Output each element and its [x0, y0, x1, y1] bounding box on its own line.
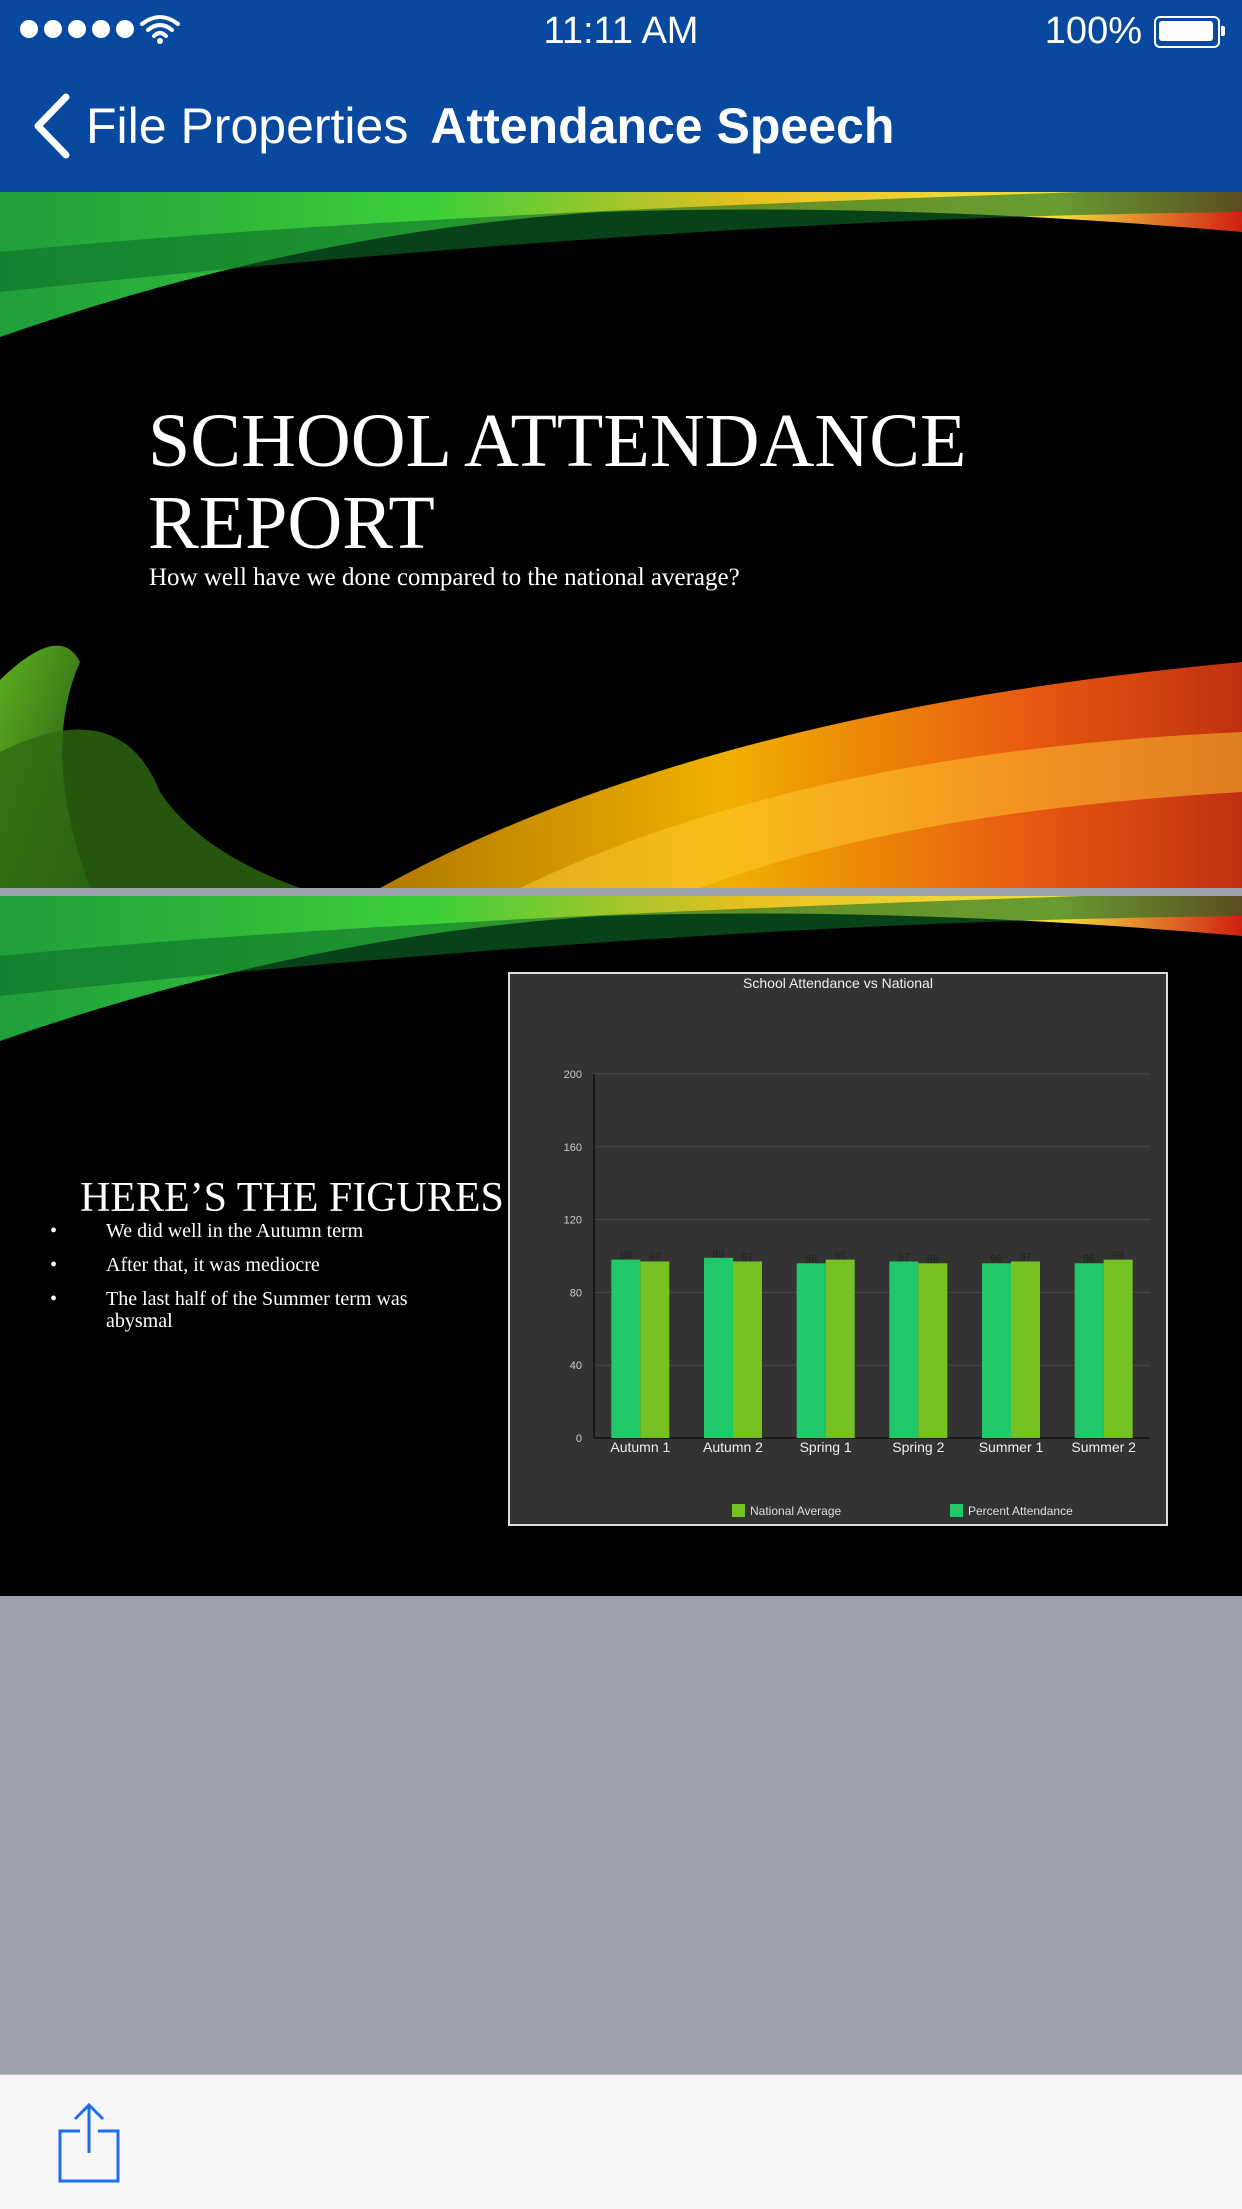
- bar: [1103, 1259, 1133, 1438]
- legend-swatch: [950, 1504, 963, 1517]
- data-label: 97: [1019, 1251, 1031, 1263]
- page-title: Attendance Speech: [430, 98, 895, 154]
- data-label: 96: [990, 1253, 1002, 1265]
- status-bar: 11:11 AM 100%: [0, 0, 1242, 60]
- bar: [918, 1263, 948, 1438]
- y-tick-label: 160: [564, 1142, 582, 1154]
- bullet-text: The last half of the Summer term was aby…: [106, 1288, 408, 1332]
- data-label: 97: [649, 1251, 661, 1263]
- x-tick-label: Autumn 2: [703, 1439, 763, 1455]
- bottom-toolbar: [0, 2074, 1242, 2209]
- bar: [611, 1259, 641, 1438]
- app-header: 11:11 AM 100% File Properties Attendance…: [0, 0, 1242, 192]
- back-button[interactable]: File Properties: [32, 93, 408, 159]
- slide-heading: HERE’S THE FIGURES: [80, 1175, 504, 1221]
- data-label: 98: [620, 1250, 632, 1262]
- bar: [982, 1263, 1011, 1438]
- legend-label: National Average: [750, 1504, 842, 1518]
- x-tick-label: Spring 2: [892, 1439, 944, 1455]
- slide-figures[interactable]: HERE’S THE FIGURES • We did well in the A…: [0, 896, 1242, 1596]
- back-label: File Properties: [86, 98, 409, 154]
- y-tick-label: 200: [564, 1069, 582, 1081]
- title-line-2: REPORT: [148, 481, 435, 565]
- legend-swatch: [732, 1504, 745, 1517]
- list-item: • We did well in the Autumn term: [46, 1220, 466, 1242]
- bar: [825, 1259, 855, 1438]
- slide-title[interactable]: SCHOOL ATTENDANCE REPORT How well have w…: [0, 192, 1242, 888]
- battery-icon: [1154, 16, 1225, 48]
- data-label: 96: [1083, 1253, 1095, 1265]
- x-tick-label: Spring 1: [800, 1439, 852, 1455]
- data-label: 99: [712, 1248, 724, 1260]
- bar: [796, 1263, 826, 1438]
- y-tick-label: 120: [564, 1215, 582, 1227]
- battery-percent: 100%: [1044, 10, 1142, 52]
- x-tick-label: Summer 2: [1071, 1439, 1136, 1455]
- data-label: 96: [927, 1253, 939, 1265]
- legend-label: Percent Attendance: [968, 1504, 1073, 1518]
- data-label: 97: [898, 1251, 910, 1263]
- bar: [640, 1261, 670, 1438]
- list-item: • The last half of the Summer term was ab…: [46, 1288, 466, 1332]
- data-label: 97: [741, 1251, 753, 1263]
- bar: [1074, 1263, 1104, 1438]
- data-label: 98: [834, 1250, 846, 1262]
- bar: [889, 1261, 919, 1438]
- y-tick-label: 0: [576, 1433, 582, 1445]
- list-item: • After that, it was mediocre: [46, 1254, 466, 1276]
- bullet-text: After that, it was mediocre: [106, 1254, 320, 1276]
- bullet-dot: •: [50, 1288, 58, 1310]
- data-label: 98: [1112, 1250, 1124, 1262]
- x-tick-label: Autumn 1: [610, 1439, 670, 1455]
- chevron-left-icon: [34, 93, 70, 159]
- bar: [733, 1261, 762, 1438]
- bar: [1011, 1261, 1040, 1438]
- chart-canvas: School Attendance vs National 0 40 80 120 160…: [564, 975, 1150, 1518]
- x-tick-label: Summer 1: [979, 1439, 1044, 1455]
- nav-bar: File Properties Attendance Speech: [0, 60, 1242, 192]
- title-line-1: SCHOOL ATTENDANCE: [148, 399, 967, 483]
- y-tick-label: 40: [570, 1360, 582, 1372]
- share-icon[interactable]: [58, 2101, 120, 2183]
- bullet-list: • We did well in the Autumn term • After t…: [46, 1220, 466, 1344]
- bar: [704, 1257, 733, 1438]
- bullet-dot: •: [50, 1220, 58, 1242]
- data-label: 96: [805, 1253, 817, 1265]
- attendance-chart: School Attendance vs National 0 40 80 120 160…: [508, 972, 1168, 1526]
- bullet-text: We did well in the Autumn term: [106, 1220, 364, 1242]
- slide-title-heading: SCHOOL ATTENDANCE REPORT: [148, 400, 1148, 564]
- y-tick-label: 80: [570, 1287, 582, 1299]
- chart-title: School Attendance vs National: [743, 975, 933, 991]
- slide-subtitle: How well have we done compared to the na…: [149, 564, 740, 591]
- bullet-dot: •: [50, 1254, 58, 1276]
